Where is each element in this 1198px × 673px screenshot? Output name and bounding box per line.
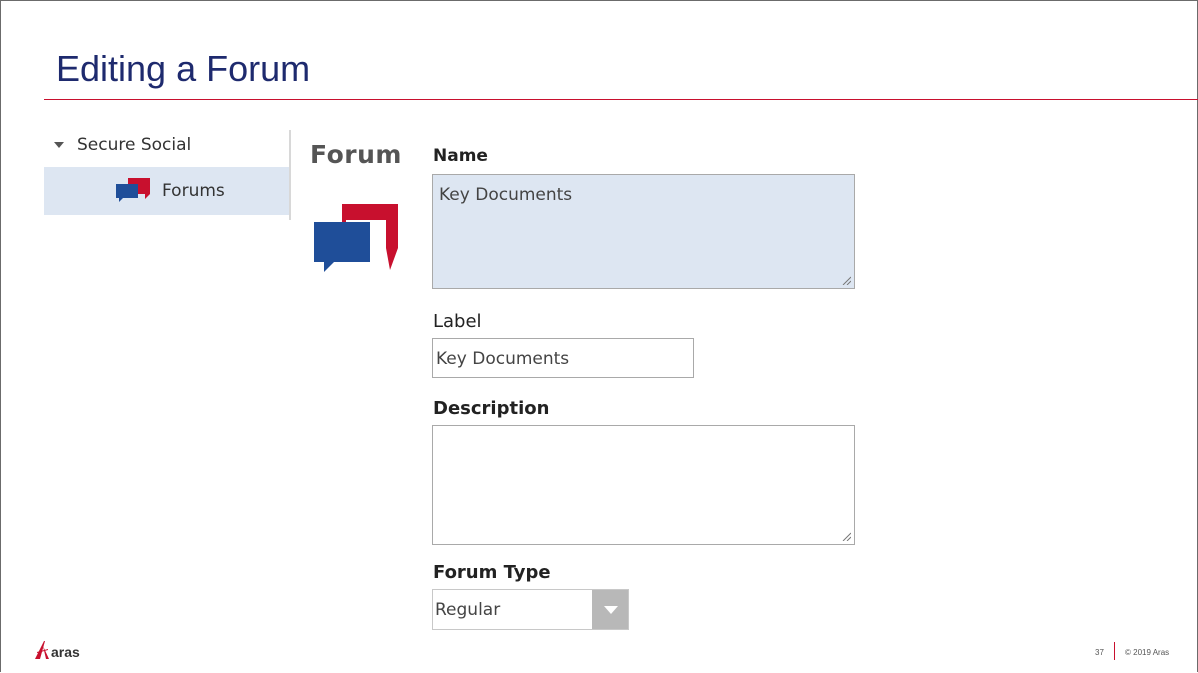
title-divider [44,99,1198,100]
page-number: 37 [1095,648,1104,657]
navigation-tree: Secure Social Forums [44,128,290,220]
forum-chat-icon [116,178,150,207]
description-field[interactable] [432,425,855,545]
name-label: Name [433,146,488,166]
aras-logo-icon [35,641,49,659]
forum-type-value: Regular [435,600,501,620]
label-field[interactable]: Key Documents [432,338,694,378]
copyright: © 2019 Aras [1125,648,1170,657]
tree-node-secure-social[interactable]: Secure Social [44,128,191,162]
description-label: Description [433,398,550,419]
resize-grip-icon[interactable] [841,531,851,541]
dropdown-button[interactable] [592,590,628,629]
forum-type-select[interactable]: Regular [432,589,629,630]
logo-text: aras [51,644,80,660]
name-value: Key Documents [439,185,573,205]
tree-node-forums[interactable]: Forums [44,167,290,215]
tree-node-label: Secure Social [77,135,192,155]
label-label: Label [433,311,482,332]
forum-chat-icon [312,200,400,279]
footer-divider [1114,642,1115,660]
aras-logo: aras [34,640,80,660]
label-value: Key Documents [436,349,570,369]
dropdown-arrow-icon [604,606,618,614]
tree-node-label: Forums [162,181,225,201]
caret-down-icon[interactable] [54,142,64,148]
forum-type-label: Forum Type [433,562,551,583]
form-heading: Forum [310,140,402,169]
resize-grip-icon[interactable] [841,275,851,285]
name-field[interactable]: Key Documents [432,174,855,289]
slide-frame [0,0,1198,672]
panel-divider [289,130,291,220]
slide-title: Editing a Forum [56,48,311,89]
